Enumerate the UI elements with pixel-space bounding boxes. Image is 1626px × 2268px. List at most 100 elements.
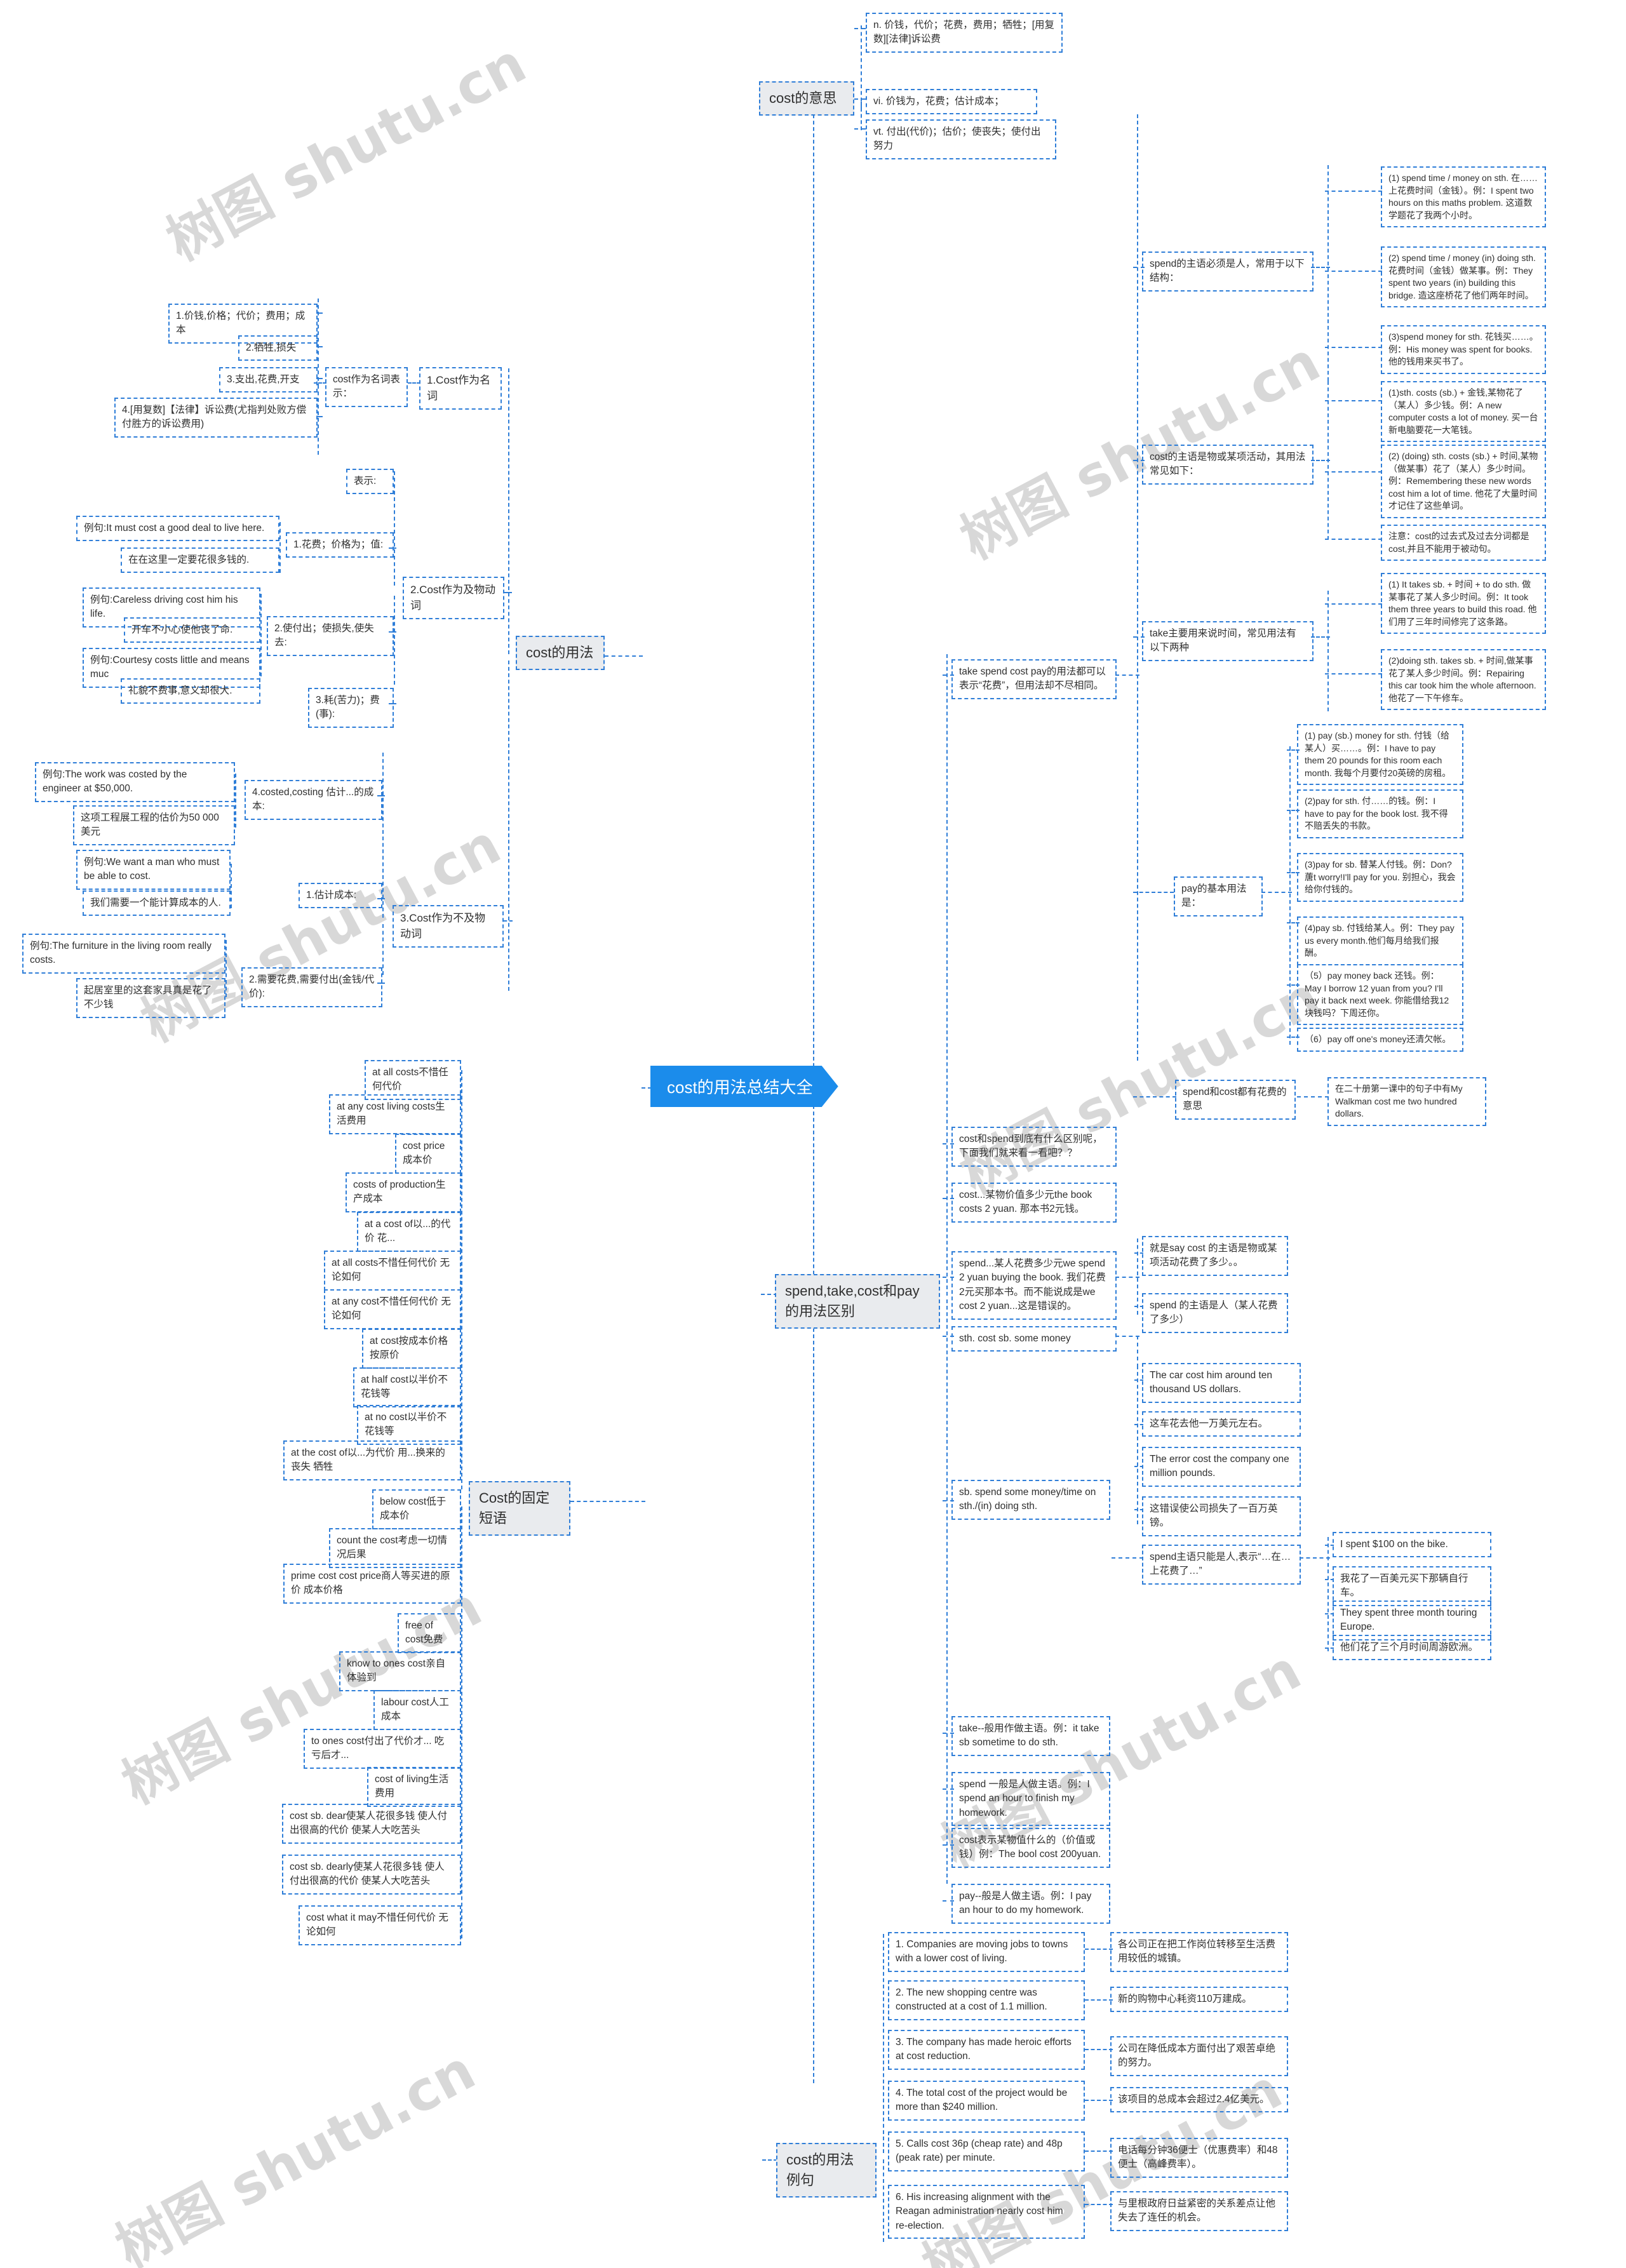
phrase-item-21[interactable]: cost what it may不惜任何代价 无论如何 [299,1905,461,1945]
branch-difference[interactable]: spend,take,cost和pay的用法区别 [775,1274,940,1329]
vt-sense-0[interactable]: 1.花费；价格为；值: [286,532,394,558]
take-item-1[interactable]: (2)doing sth. takes sb. + 时间,做某事花了某人多少时间… [1381,649,1546,711]
vi-example-1-0[interactable]: 例句:We want a man who must be able to cos… [76,850,231,890]
example-zh-5[interactable]: 与里根政府日益紧密的关系差点让他失去了连任的机会。 [1110,2191,1288,2231]
spend-note-1[interactable]: spend 的主语是人（某人花费了多少） [1142,1293,1288,1333]
phrase-item-7[interactable]: at cost按成本价格 按原价 [362,1329,461,1369]
vt-example-1-1[interactable]: 开车不小心使他丧了命. [124,617,260,643]
phrase-item-13[interactable]: prime cost cost price商人等买进的原价 成本价格 [283,1564,461,1604]
cost-item-1[interactable]: (2) (doing) sth. costs (sb.) + 时间,某物（做某事… [1381,445,1546,518]
spend-example-3[interactable]: 他们花了三个月时间周游欧洲。 [1333,1635,1491,1661]
pay-item-1[interactable]: (2)pay for sth. 付……的钱。例：I have to pay fo… [1297,789,1463,838]
example-en-5[interactable]: 6. His increasing alignment with the Rea… [888,2185,1085,2239]
spend-example-0[interactable]: I spent $100 on the bike. [1333,1532,1491,1558]
take-group-header[interactable]: take主要用来说时间，常见用法有以下两种 [1142,621,1314,661]
meaning-item-2[interactable]: vt. 付出(代价)；估价；使丧失；使付出努力 [866,119,1056,159]
meaning-item-1[interactable]: vi. 价钱为，花费；估计成本； [866,89,1037,115]
branch-usage[interactable]: cost的用法 [516,636,605,670]
pay-item-3[interactable]: (4)pay sb. 付钱给某人。例：They pay us every mon… [1297,916,1463,965]
spend-note-0[interactable]: 就是say cost 的主语是物或某项活动花费了多少。。 [1142,1236,1288,1276]
phrase-item-17[interactable]: to ones cost付出了代价才... 吃亏后才... [304,1729,461,1769]
branch-phrases[interactable]: Cost的固定短语 [469,1481,570,1536]
vt-example-0-0[interactable]: 例句:It must cost a good deal to live here… [76,516,279,542]
pay-item-2[interactable]: (3)pay for sb. 替某人付钱。例：Don?蓎t worry!I'll… [1297,853,1463,902]
cost-item-2[interactable]: 注意：cost的过去式及过去分词都是cost,并且不能用于被动句。 [1381,525,1546,561]
phrase-item-9[interactable]: at no cost以半价不花钱等 [357,1405,461,1445]
compare-item-3[interactable]: sth. cost sb. some money [951,1326,1117,1352]
noun-item-1[interactable]: 2.牺牲,损失 [238,335,318,361]
example-en-3[interactable]: 4. The total cost of the project would b… [888,2081,1085,2121]
spend-group-header[interactable]: spend的主语必须是人，常用于以下结构： [1142,252,1314,292]
example-zh-3[interactable]: 该项目的总成本会超过2.4亿美元。 [1110,2087,1288,2113]
phrase-item-14[interactable]: free of cost免费 [398,1613,461,1653]
cost-group-header[interactable]: cost的主语是物或某项活动，其用法常见如下： [1142,445,1314,485]
phrase-item-1[interactable]: at any cost living costs生活费用 [329,1094,461,1134]
cost-example-3[interactable]: 这错误使公司损失了一百万英镑。 [1142,1496,1301,1536]
example-en-2[interactable]: 3. The company has made heroic efforts a… [888,2030,1085,2070]
compare-item-1[interactable]: cost...某物价值多少元the book costs 2 yuan. 那本书… [951,1183,1117,1223]
difference-intro[interactable]: take spend cost pay的用法都可以表示“花费”，但用法却不尽相同… [951,659,1117,699]
cost-example-0[interactable]: The car cost him around ten thousand US … [1142,1363,1301,1403]
vi-example-0-1[interactable]: 这项工程展工程的估价为50 000美元 [73,805,235,845]
vt-sublabel[interactable]: 表示: [346,469,394,495]
vi-example-0-0[interactable]: 例句:The work was costed by the engineer a… [35,762,235,802]
spend-item-1[interactable]: (2) spend time / money (in) doing sth. 花… [1381,246,1546,308]
cost-item-0[interactable]: (1)sth. costs (sb.) + 金钱,某物花了（某人）多少钱。例：A… [1381,381,1546,443]
phrase-item-16[interactable]: labour cost人工成本 [373,1690,461,1730]
phrase-item-15[interactable]: know to ones cost亲自体验到 [339,1651,461,1691]
usage-vt-node[interactable]: 2.Cost作为及物动词 [403,577,504,620]
example-zh-0[interactable]: 各公司正在把工作岗位转移至生活费用较低的城镇。 [1110,1932,1288,1972]
example-en-1[interactable]: 2. The new shopping centre was construct… [888,1980,1085,2020]
example-zh-2[interactable]: 公司在降低成本方面付出了艰苦卓绝的努力。 [1110,2036,1288,2076]
pay-item-5[interactable]: （6）pay off one's money还清欠帐。 [1297,1028,1463,1052]
noun-item-2[interactable]: 3.支出,花费,开支 [219,367,318,393]
phrase-item-8[interactable]: at half cost以半价不花钱等 [353,1367,461,1407]
pay-group-header[interactable]: pay的基本用法是： [1174,876,1263,916]
summary-item-3[interactable]: pay--般是人做主语。例：I pay an hour to do my hom… [951,1884,1110,1924]
spend-item-0[interactable]: (1) spend time / money on sth. 在……上花费时间（… [1381,166,1546,228]
phrase-item-20[interactable]: cost sb. dearly使某人花很多钱 使人付出很高的代价 使某人大吃苦头 [282,1855,461,1895]
example-en-0[interactable]: 1. Companies are moving jobs to towns wi… [888,1932,1085,1972]
vt-sense-1[interactable]: 2.使付出；使损失,使失去: [267,616,394,656]
vi-example-2-1[interactable]: 起居室里的这套家具真是花了不少钱 [76,978,225,1018]
vi-sense-2[interactable]: 2.需要花费,需要付出(金钱/代价): [241,967,382,1007]
noun-item-3[interactable]: 4.[用复数]【法律】诉讼费(尤指判处败方偿付胜方的诉讼费用) [114,398,318,438]
usage-noun-node[interactable]: 1.Cost作为名词 [419,367,502,410]
spend-cost-note-item[interactable]: 在二十册第一课中的句子中有My Walkman cost me two hund… [1327,1077,1486,1126]
phrase-item-12[interactable]: count the cost考虑一切情况后果 [329,1528,461,1568]
compare-item-2[interactable]: spend...某人花费多少元we spend 2 yuan buying th… [951,1251,1117,1320]
cost-example-1[interactable]: 这车花去他一万美元左右。 [1142,1411,1301,1437]
meaning-item-0[interactable]: n. 价钱，代价；花费，费用；牺牲；[用复数][法律]诉讼费 [866,13,1063,53]
phrase-item-3[interactable]: costs of production生产成本 [346,1172,461,1212]
vi-sense-1[interactable]: 1.估计成本: [299,883,382,909]
phrase-item-10[interactable]: at the cost of以...为代价 用...换来的 丧失 牺牲 [283,1440,461,1480]
vi-example-1-1[interactable]: 我们需要一个能计算成本的人. [83,890,231,916]
pay-item-4[interactable]: （5）pay money back 还钱。例：May I borrow 12 y… [1297,964,1463,1026]
example-zh-1[interactable]: 新的购物中心耗资110万建成。 [1110,1987,1288,2013]
summary-item-0[interactable]: take--般用作做主语。例：it take sb sometime to do… [951,1716,1110,1756]
vi-example-2-0[interactable]: 例句:The furniture in the living room real… [22,934,225,974]
example-zh-4[interactable]: 电话每分钟36便士（优惠费率）和48便士（高峰费率）。 [1110,2138,1288,2178]
summary-item-2[interactable]: cost表示某物值什么的（价值或钱）例：The bool cost 200yua… [951,1828,1110,1868]
phrase-item-2[interactable]: cost price成本价 [395,1134,461,1174]
branch-examples[interactable]: cost的用法例句 [776,2143,877,2198]
root-node[interactable]: cost的用法总结大全 [650,1066,838,1107]
spend-sth-label[interactable]: sb. spend some money/time on sth./(in) d… [951,1480,1110,1520]
summary-item-1[interactable]: spend 一般是人做主语。例：I spend an hour to finis… [951,1772,1110,1827]
phrase-item-11[interactable]: below cost低于成本价 [372,1489,461,1529]
phrase-item-19[interactable]: cost sb. dear使某人花很多钱 使人付出很高的代价 使某人大吃苦头 [282,1804,461,1844]
vt-sense-2[interactable]: 3.耗(苦力)；费(事): [308,688,394,728]
phrase-item-4[interactable]: at a cost of以...的代价 花... [357,1212,461,1252]
vt-example-1-3[interactable]: 礼貌不费事,意义却很大. [121,678,260,704]
example-en-4[interactable]: 5. Calls cost 36p (cheap rate) and 48p (… [888,2131,1085,2171]
usage-noun-sublabel[interactable]: cost作为名词表示： [325,367,408,407]
usage-vi-node[interactable]: 3.Cost作为不及物动词 [393,905,504,948]
spend-sth-note[interactable]: spend主语只能是人,表示“…在…上花费了…” [1142,1545,1301,1585]
phrase-item-18[interactable]: cost of living生活费用 [367,1767,461,1807]
take-item-0[interactable]: (1) It takes sb. + 时间 + to do sth. 做某事花了… [1381,573,1546,634]
vt-example-0-1[interactable]: 在在这里一定要花很多钱的. [121,547,279,574]
pay-item-0[interactable]: (1) pay (sb.) money for sth. 付钱（给某人）买……。… [1297,724,1463,786]
branch-meaning[interactable]: cost的意思 [759,81,854,116]
spend-cost-note-header[interactable]: spend和cost都有花费的意思 [1175,1080,1296,1120]
phrase-item-6[interactable]: at any cost不惜任何代价 无论如何 [324,1289,461,1329]
